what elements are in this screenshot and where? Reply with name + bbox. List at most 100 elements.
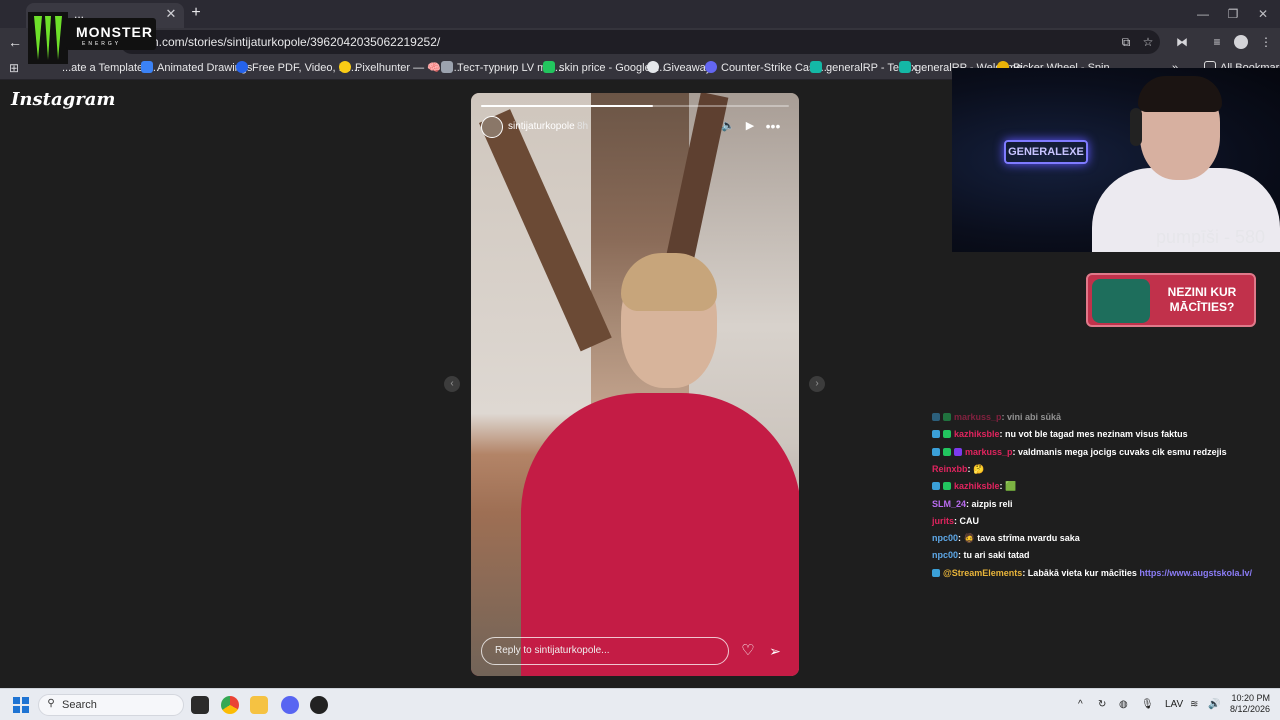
sync-icon[interactable]: ↻ [1098, 698, 1106, 712]
chat-message: SLM_24: aizpis reli [932, 496, 1013, 513]
story-viewer[interactable]: sintijaturkopole 8h 🔈 ▶ ••• Reply to sin… [471, 93, 799, 676]
reply-input[interactable]: Reply to sintijaturkopole... [481, 637, 729, 665]
reading-list-icon[interactable]: ≡ [1209, 34, 1225, 50]
chat-text: : valdmanis mega jocigs cuvaks cik esmu … [1012, 446, 1227, 457]
mute-icon[interactable]: 🔈 [720, 118, 736, 134]
tab-strip: ... ✕ + — ❐ ✕ [0, 0, 1280, 28]
next-story-icon[interactable]: › [809, 376, 825, 392]
chat-username[interactable]: SLM_24 [932, 499, 966, 509]
heart-icon[interactable]: ♡ [739, 642, 757, 660]
chat-message: kazhiksble: nu vot ble tagad mes nezinam… [932, 426, 1188, 443]
extensions-icon[interactable]: ⧓ [1174, 34, 1190, 50]
webcam-overlay: GENERALEXE pumpīši - 580 [952, 68, 1280, 252]
address-bar-row: ← ...ram.com/stories/sintijaturkopole/39… [0, 28, 1280, 56]
more-options-icon[interactable]: ••• [765, 118, 781, 134]
promo-banner: NEZINI KUR MĀCĪTIES? [1086, 273, 1256, 327]
chat-message: kazhiksble: 🟩 [932, 478, 1016, 495]
chat-message: jurits: CAU [932, 513, 979, 530]
language-indicator[interactable]: LAV [1165, 698, 1183, 712]
promo-text: NEZINI KUR MĀCĪTIES? [1167, 285, 1237, 314]
cast-icon[interactable]: ⧉ [1118, 34, 1134, 50]
minimize-button[interactable]: — [1188, 4, 1218, 24]
chat-text: : Labākā vieta kur mācīties [1022, 567, 1140, 578]
wifi-icon[interactable]: ≋ [1190, 698, 1198, 712]
windows-taskbar: Search ⚲ ^ ↻ ◍ 🎙 LAV ≋ 🔊 10:20 PM 8/12/2… [0, 688, 1280, 720]
chat-text: : vini abi sūkā [1001, 412, 1062, 422]
clock-time: 10:20 PM [1231, 693, 1270, 703]
chat-badge-icon [954, 447, 962, 456]
chat-username[interactable]: markuss_p [954, 412, 1002, 422]
prev-story-icon[interactable]: ‹ [444, 376, 460, 392]
chat-text: : 🟩 [999, 481, 1017, 492]
person-dress [521, 393, 799, 676]
send-icon[interactable]: ➢ [766, 642, 784, 660]
chat-badge-icon [932, 568, 940, 577]
close-window-button[interactable]: ✕ [1248, 4, 1278, 24]
volume-icon[interactable]: 🔊 [1208, 698, 1220, 712]
chat-text: : CAU [954, 515, 980, 526]
chat-badge-icon [932, 413, 940, 421]
chat-username[interactable]: markuss_p [965, 447, 1013, 457]
chat-text: : 🤔 [967, 463, 985, 474]
new-tab-button[interactable]: + [187, 5, 205, 23]
story-time: 8h [577, 121, 589, 132]
discord-icon[interactable] [281, 696, 299, 714]
chat-text: : nu vot ble tagad mes nezinam visus fak… [999, 429, 1188, 440]
network-icon[interactable]: ◍ [1119, 698, 1128, 712]
promo-illustration [1092, 279, 1150, 323]
menu-icon[interactable]: ⋮ [1258, 34, 1274, 50]
taskbar-search-input[interactable]: Search [38, 694, 184, 716]
search-icon: ⚲ [47, 698, 55, 709]
chrome-icon[interactable] [221, 696, 239, 714]
chat-badge-icon [932, 430, 940, 439]
windows-start-icon[interactable] [13, 697, 29, 713]
microphone-icon[interactable]: 🎙 [1141, 698, 1154, 712]
logo-wordmark: MONSTER [76, 24, 153, 40]
chat-link[interactable]: https://www.augstskola.lv/ [1139, 568, 1252, 578]
tray-chevron-icon[interactable]: ^ [1078, 698, 1083, 712]
obs-icon[interactable] [310, 696, 328, 714]
play-icon[interactable]: ▶ [742, 118, 758, 134]
chat-username[interactable]: kazhiksble [954, 429, 1000, 439]
monster-claw-icon [28, 12, 68, 64]
chat-message: npc00: tu ari saki tatad [932, 547, 1030, 564]
stream-logo-overlay: MONSTER ENERGY [18, 4, 158, 68]
chat-message: @StreamElements: Labākā vieta kur mācīti… [932, 565, 1252, 582]
headset [1130, 108, 1142, 146]
bookmark-item[interactable]: Giveaway [647, 60, 711, 76]
task-view-icon[interactable] [191, 696, 209, 714]
chat-message: Reinxbb: 🤔 [932, 461, 984, 478]
chat-message: markuss_p: vini abi sūkā [932, 409, 1061, 426]
chat-badge-icon [943, 482, 951, 491]
chat-badge-icon [943, 413, 951, 421]
restore-button[interactable]: ❐ [1218, 4, 1248, 24]
url-text[interactable]: ...ram.com/stories/sintijaturkopole/3962… [128, 34, 440, 50]
neon-sign: GENERALEXE [1004, 140, 1088, 164]
avatar[interactable] [481, 116, 503, 138]
chat-username[interactable]: jurits [932, 516, 954, 526]
story-username[interactable]: sintijaturkopole [508, 121, 575, 132]
instagram-logo[interactable]: Instagram [11, 89, 115, 110]
chat-badge-icon [932, 482, 940, 491]
file-explorer-icon[interactable] [250, 696, 268, 714]
streamer-hair [1138, 76, 1222, 112]
chat-username[interactable]: Reinxbb [932, 464, 968, 474]
chat-badge-icon [932, 447, 940, 456]
chat-badge-icon [943, 447, 951, 456]
points-counter: pumpīši - 580 [1156, 227, 1266, 247]
taskbar-clock[interactable]: 10:20 PM 8/12/2026 [1230, 693, 1270, 715]
chat-username[interactable]: @StreamElements [943, 568, 1022, 578]
star-icon[interactable]: ☆ [1140, 34, 1156, 50]
chat-username[interactable]: kazhiksble [954, 481, 1000, 491]
chat-message: markuss_p: valdmanis mega jocigs cuvaks … [932, 444, 1227, 461]
profile-avatar[interactable] [1234, 35, 1248, 49]
chat-username[interactable]: npc00 [932, 533, 958, 543]
chat-username[interactable]: npc00 [932, 550, 958, 560]
logo-subtitle: ENERGY [82, 41, 122, 47]
close-tab-icon[interactable]: ✕ [163, 6, 179, 22]
chat-text: : tu ari saki tatad [958, 550, 1030, 561]
clock-date: 8/12/2026 [1230, 704, 1271, 714]
chat-text: : aizpis reli [966, 498, 1013, 509]
story-progress-fill [481, 105, 654, 107]
chat-badge-icon [943, 430, 951, 439]
